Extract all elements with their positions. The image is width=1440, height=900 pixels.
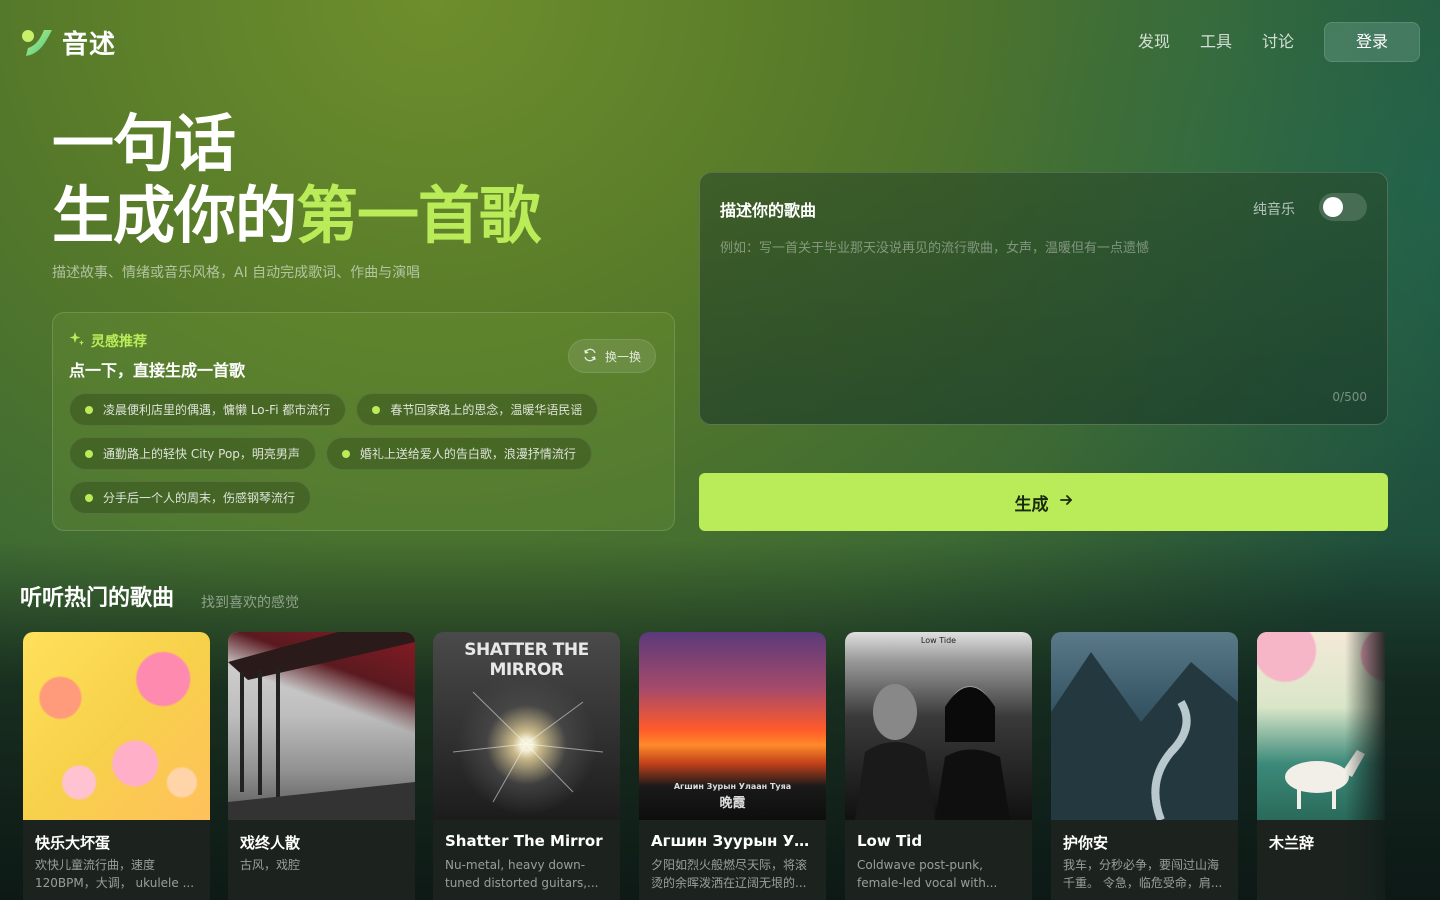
inspiration-chip[interactable]: 春节回家路上的思念，温暖华语民谣 — [356, 393, 599, 426]
inspiration-chip[interactable]: 分手后一个人的周末，伤感钢琴流行 — [69, 481, 312, 514]
refresh-icon — [583, 348, 597, 365]
song-description: 欢快儿童流行曲，速度120BPM，大调， ukulele ... — [35, 858, 195, 890]
nav-discover[interactable]: 发现 — [1138, 22, 1170, 62]
hero-title-line2: 生成你的第一首歌 — [52, 179, 541, 252]
chip-dot-icon — [85, 449, 93, 458]
hero-title-accent: 第一首歌 — [296, 179, 541, 252]
song-cover-image: Low Tide — [845, 632, 1032, 820]
chip-label: 通勤路上的轻快 City Pop，明亮男声 — [103, 447, 300, 461]
chip-label: 分手后一个人的周末，伤感钢琴流行 — [103, 491, 296, 505]
top-nav: 发现 工具 讨论 登录 — [1138, 22, 1420, 62]
inspiration-chip[interactable]: 通勤路上的轻快 City Pop，明亮男声 — [69, 437, 316, 470]
song-cover-image — [1051, 632, 1238, 820]
char-counter: 0/500 — [1332, 390, 1367, 404]
song-title: 木兰辞 — [1269, 834, 1315, 852]
song-description: Nu-metal, heavy down-tuned distorted gui… — [445, 858, 599, 890]
song-cover-image — [228, 632, 415, 820]
cover-title: 晚霞 — [719, 796, 746, 811]
song-card-list: 快乐大坏蛋 欢快儿童流行曲，速度120BPM，大调， ukulele ... 戏… — [23, 632, 1385, 900]
song-title: Агшин Зуурын Ул... — [651, 832, 816, 850]
song-title: 戏终人散 — [240, 834, 301, 852]
song-description-input[interactable] — [720, 237, 1368, 377]
logo-icon — [20, 26, 54, 60]
hot-songs-title: 听听热门的歌曲 — [20, 586, 175, 611]
hero-title: 一句话 生成你的第一首歌 — [52, 107, 541, 252]
nav-tools[interactable]: 工具 — [1200, 22, 1232, 62]
chip-dot-icon — [372, 405, 381, 414]
generate-label: 生成 — [1014, 494, 1049, 515]
inspiration-chips: 凌晨便利店里的偶遇，慵懒 Lo-Fi 都市流行 春节回家路上的思念，温暖华语民谣… — [69, 393, 659, 514]
song-cover-image — [23, 632, 210, 820]
chip-dot-icon — [85, 405, 93, 414]
song-cover-image: SHATTER THE MIRROR — [433, 632, 620, 820]
chip-dot-icon — [341, 449, 350, 458]
inspiration-label: 灵感推荐 — [91, 334, 147, 350]
chip-label: 凌晨便利店里的偶遇，慵懒 Lo-Fi 都市流行 — [103, 403, 331, 417]
inspiration-title: 点一下，直接生成一首歌 — [69, 361, 246, 380]
inspiration-chip[interactable]: 婚礼上送给爱人的告白歌，浪漫抒情流行 — [325, 437, 592, 470]
header: 音述 发现 工具 讨论 登录 — [0, 0, 1440, 84]
song-title: Low Tid — [857, 832, 923, 850]
song-title: 护你安 — [1063, 834, 1109, 852]
cover-subtitle: Агшин Зурын Улаан Туяа — [673, 782, 792, 791]
chip-label: 婚礼上送给爱人的告白歌，浪漫抒情流行 — [359, 447, 576, 461]
chip-dot-icon — [85, 493, 93, 502]
song-card[interactable]: SHATTER THE MIRROR Shatter The Mirror Nu… — [433, 632, 620, 900]
toggle-knob — [1323, 197, 1343, 217]
generate-button[interactable]: 生成 — [699, 473, 1388, 531]
pure-music-toggle[interactable] — [1319, 193, 1367, 221]
refresh-button[interactable]: 换一换 — [567, 339, 656, 373]
refresh-label: 换一换 — [604, 349, 641, 364]
hot-songs-subtitle: 找到喜欢的感觉 — [201, 595, 299, 611]
logo[interactable]: 音述 — [20, 24, 116, 61]
song-cover-image — [1257, 632, 1385, 820]
inspiration-chip[interactable]: 凌晨便利店里的偶遇，慵懒 Lo-Fi 都市流行 — [69, 393, 347, 426]
arrow-right-icon — [1059, 492, 1073, 512]
logo-text: 音述 — [62, 30, 117, 60]
describe-panel: 描述你的歌曲 纯音乐 0/500 — [699, 172, 1388, 425]
song-cover-image: Агшин Зурын Улаан Туяа 晚霞 — [639, 632, 826, 820]
song-card[interactable]: Агшин Зурын Улаан Туяа 晚霞 Агшин Зуурын У… — [639, 632, 826, 900]
song-card[interactable]: 木兰辞 — [1257, 632, 1385, 900]
hero-title-plain: 生成你的 — [52, 179, 297, 252]
song-card[interactable]: 快乐大坏蛋 欢快儿童流行曲，速度120BPM，大调， ukulele ... — [23, 632, 210, 900]
song-card[interactable]: 护你安 我车，分秒必争，要闯过山海千重。 令急，临危受命，肩... — [1051, 632, 1238, 900]
chip-label: 春节回家路上的思念，温暖华语民谣 — [390, 403, 583, 417]
song-description: Coldwave post-punk, female-led vocal wit… — [857, 858, 998, 890]
nav-discussion[interactable]: 讨论 — [1262, 22, 1294, 62]
inspiration-panel: 灵感推荐 点一下，直接生成一首歌 换一换 凌晨便利店里的偶遇，慵懒 Lo-Fi … — [52, 312, 675, 531]
song-title: 快乐大坏蛋 — [35, 834, 111, 852]
login-button[interactable]: 登录 — [1324, 22, 1420, 62]
song-description: 古风，戏腔 — [240, 858, 301, 872]
song-description: 我车，分秒必争，要闯过山海千重。 令急，临危受命，肩... — [1063, 858, 1223, 890]
hero-subtitle: 描述故事、情绪或音乐风格，AI 自动完成歌词、作曲与演唱 — [52, 265, 421, 281]
inspiration-header: 灵感推荐 — [69, 331, 147, 351]
song-title: Shatter The Mirror — [445, 832, 603, 850]
song-card[interactable]: 戏终人散 古风，戏腔 — [228, 632, 415, 900]
song-card[interactable]: Low Tide Low Tid Coldwave post-punk, fem… — [845, 632, 1032, 900]
describe-title: 描述你的歌曲 — [720, 201, 817, 220]
pure-music-label: 纯音乐 — [1253, 202, 1295, 218]
hero-title-line1: 一句话 — [52, 107, 236, 180]
sparkle-icon — [69, 331, 85, 351]
song-description: 夕阳如烈火般燃尽天际，将滚烫的余晖泼洒在辽阔无垠的... — [651, 858, 808, 890]
